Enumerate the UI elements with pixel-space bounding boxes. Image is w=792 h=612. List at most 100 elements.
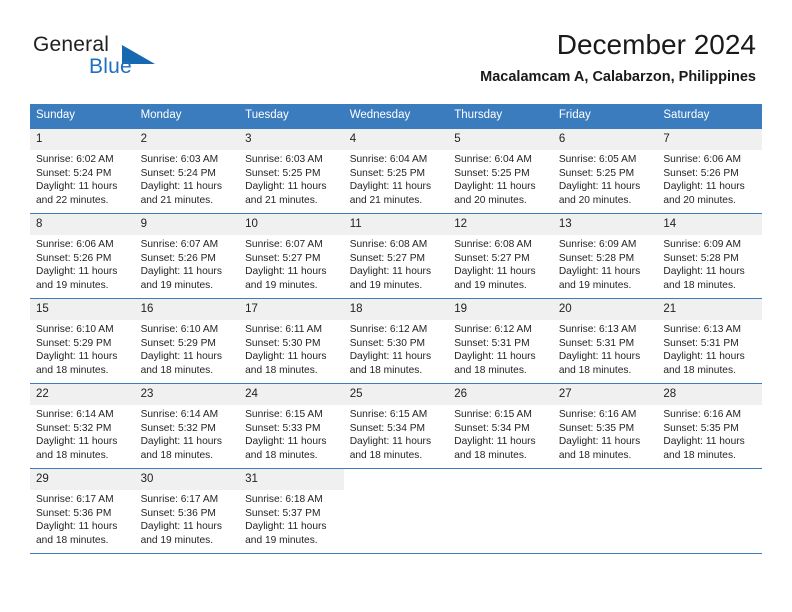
calendar-day-cell[interactable]: 21 Sunrise: 6:13 AM Sunset: 5:31 PM Dayligh… bbox=[657, 298, 762, 384]
day-number: 31 bbox=[239, 469, 344, 490]
day-number: 9 bbox=[134, 214, 240, 235]
calendar-day-cell[interactable]: 13 Sunrise: 6:09 AM Sunset: 5:28 PM Dayligh… bbox=[552, 213, 658, 299]
sunset-text: Sunset: 5:36 PM bbox=[36, 507, 112, 519]
day-cell-inner: 12 Sunrise: 6:08 AM Sunset: 5:27 PM Dayligh… bbox=[448, 214, 553, 298]
sunset-text: Sunset: 5:27 PM bbox=[349, 252, 426, 264]
day-number: 4 bbox=[343, 129, 449, 150]
sunrise-text: Sunrise: 6:02 AM bbox=[36, 154, 114, 165]
weekday-header-sunday: Sunday bbox=[30, 104, 135, 129]
calendar-day-cell[interactable]: 20 Sunrise: 6:13 AM Sunset: 5:31 PM Dayligh… bbox=[552, 298, 658, 384]
day-number: 29 bbox=[30, 469, 135, 490]
day-cell-inner: 28 Sunrise: 6:16 AM Sunset: 5:35 PM Dayligh… bbox=[657, 384, 762, 468]
sunrise-text: Sunrise: 6:11 AM bbox=[245, 324, 322, 335]
calendar-day-cell[interactable]: 14 Sunrise: 6:09 AM Sunset: 5:28 PM Dayligh… bbox=[657, 213, 762, 299]
day-cell-inner: 25 Sunrise: 6:15 AM Sunset: 5:34 PM Dayligh… bbox=[343, 384, 449, 468]
daylight-text: Daylight: 11 hours and 22 minutes. bbox=[36, 181, 118, 206]
calendar-day-cell[interactable]: 27 Sunrise: 6:16 AM Sunset: 5:35 PM Dayligh… bbox=[552, 383, 658, 469]
day-details: Sunrise: 6:08 AM Sunset: 5:27 PM Daylight:… bbox=[448, 235, 553, 292]
calendar-day-cell[interactable]: 15 Sunrise: 6:10 AM Sunset: 5:29 PM Dayligh… bbox=[30, 298, 135, 384]
calendar-day-cell[interactable]: 22 Sunrise: 6:14 AM Sunset: 5:32 PM Dayligh… bbox=[30, 383, 135, 469]
day-details: Sunrise: 6:17 AM Sunset: 5:36 PM Daylight:… bbox=[135, 490, 240, 547]
daylight-text: Daylight: 11 hours and 18 minutes. bbox=[36, 436, 118, 461]
daylight-text: Daylight: 11 hours and 18 minutes. bbox=[36, 521, 118, 546]
day-cell-inner: 16 Sunrise: 6:10 AM Sunset: 5:29 PM Dayligh… bbox=[134, 299, 240, 383]
weekday-header-saturday: Saturday bbox=[657, 104, 762, 129]
day-cell-inner: 29 Sunrise: 6:17 AM Sunset: 5:36 PM Dayligh… bbox=[30, 469, 135, 553]
day-details: Sunrise: 6:03 AM Sunset: 5:25 PM Daylight:… bbox=[239, 150, 344, 207]
sunset-text: Sunset: 5:31 PM bbox=[663, 337, 739, 349]
day-details: Sunrise: 6:14 AM Sunset: 5:32 PM Daylight:… bbox=[30, 405, 135, 462]
calendar-cell-empty bbox=[343, 468, 449, 554]
calendar-cell-empty bbox=[552, 468, 658, 554]
sunset-text: Sunset: 5:27 PM bbox=[245, 252, 321, 264]
day-details bbox=[657, 490, 762, 493]
day-number: 28 bbox=[657, 384, 762, 405]
calendar-cell-empty bbox=[657, 468, 762, 554]
daylight-text: Daylight: 11 hours and 18 minutes. bbox=[349, 351, 432, 376]
day-details: Sunrise: 6:05 AM Sunset: 5:25 PM Daylight:… bbox=[553, 150, 658, 207]
day-cell-inner bbox=[657, 469, 762, 553]
sunset-text: Sunset: 5:36 PM bbox=[140, 507, 216, 519]
sunset-text: Sunset: 5:28 PM bbox=[663, 252, 739, 264]
day-number bbox=[448, 469, 553, 490]
sunrise-text: Sunrise: 6:14 AM bbox=[36, 409, 114, 420]
calendar-day-cell[interactable]: 16 Sunrise: 6:10 AM Sunset: 5:29 PM Dayligh… bbox=[134, 298, 240, 384]
sunset-text: Sunset: 5:26 PM bbox=[140, 252, 216, 264]
calendar-day-cell[interactable]: 28 Sunrise: 6:16 AM Sunset: 5:35 PM Dayligh… bbox=[657, 383, 762, 469]
day-details: Sunrise: 6:02 AM Sunset: 5:24 PM Daylight:… bbox=[30, 150, 135, 207]
calendar-day-cell[interactable]: 8 Sunrise: 6:06 AM Sunset: 5:26 PM Daylight… bbox=[30, 213, 135, 299]
calendar-day-cell[interactable]: 3 Sunrise: 6:03 AM Sunset: 5:25 PM Daylight… bbox=[239, 128, 344, 214]
calendar-day-cell[interactable]: 25 Sunrise: 6:15 AM Sunset: 5:34 PM Dayligh… bbox=[343, 383, 449, 469]
day-number: 24 bbox=[239, 384, 344, 405]
calendar-day-cell[interactable]: 9 Sunrise: 6:07 AM Sunset: 5:26 PM Daylight… bbox=[134, 213, 240, 299]
day-cell-inner: 11 Sunrise: 6:08 AM Sunset: 5:27 PM Dayligh… bbox=[343, 214, 449, 298]
calendar-day-cell[interactable]: 11 Sunrise: 6:08 AM Sunset: 5:27 PM Dayligh… bbox=[343, 213, 449, 299]
sunrise-text: Sunrise: 6:07 AM bbox=[245, 239, 323, 250]
day-cell-inner: 10 Sunrise: 6:07 AM Sunset: 5:27 PM Dayligh… bbox=[239, 214, 344, 298]
calendar-day-cell[interactable]: 17 Sunrise: 6:11 AM Sunset: 5:30 PM Dayligh… bbox=[239, 298, 344, 384]
calendar-day-cell[interactable]: 26 Sunrise: 6:15 AM Sunset: 5:34 PM Dayligh… bbox=[448, 383, 553, 469]
sunrise-text: Sunrise: 6:06 AM bbox=[663, 154, 741, 165]
page-header: General Blue December 2024 Macalamcam A,… bbox=[0, 0, 792, 104]
calendar-day-cell[interactable]: 12 Sunrise: 6:08 AM Sunset: 5:27 PM Dayligh… bbox=[448, 213, 553, 299]
calendar-day-cell[interactable]: 24 Sunrise: 6:15 AM Sunset: 5:33 PM Dayligh… bbox=[239, 383, 344, 469]
day-number: 15 bbox=[30, 299, 135, 320]
calendar-week-row: 8 Sunrise: 6:06 AM Sunset: 5:26 PM Daylight… bbox=[30, 213, 762, 299]
calendar-day-cell[interactable]: 31 Sunrise: 6:18 AM Sunset: 5:37 PM Dayligh… bbox=[239, 468, 344, 554]
day-details: Sunrise: 6:15 AM Sunset: 5:34 PM Daylight:… bbox=[344, 405, 449, 462]
calendar-day-cell[interactable]: 10 Sunrise: 6:07 AM Sunset: 5:27 PM Dayligh… bbox=[239, 213, 344, 299]
calendar-day-cell[interactable]: 30 Sunrise: 6:17 AM Sunset: 5:36 PM Dayligh… bbox=[134, 468, 240, 554]
sunrise-text: Sunrise: 6:12 AM bbox=[349, 324, 428, 335]
calendar-day-cell[interactable]: 19 Sunrise: 6:12 AM Sunset: 5:31 PM Dayligh… bbox=[448, 298, 553, 384]
sunrise-text: Sunrise: 6:14 AM bbox=[140, 409, 219, 420]
day-details: Sunrise: 6:06 AM Sunset: 5:26 PM Daylight:… bbox=[30, 235, 135, 292]
day-cell-inner: 7 Sunrise: 6:06 AM Sunset: 5:26 PM Daylight… bbox=[657, 129, 762, 213]
sunrise-text: Sunrise: 6:09 AM bbox=[558, 239, 637, 250]
sunset-text: Sunset: 5:32 PM bbox=[140, 422, 216, 434]
calendar-day-cell[interactable]: 7 Sunrise: 6:06 AM Sunset: 5:26 PM Daylight… bbox=[657, 128, 762, 214]
sunrise-text: Sunrise: 6:10 AM bbox=[36, 324, 114, 335]
day-number: 23 bbox=[134, 384, 240, 405]
day-cell-inner: 8 Sunrise: 6:06 AM Sunset: 5:26 PM Daylight… bbox=[30, 214, 135, 298]
daylight-text: Daylight: 11 hours and 19 minutes. bbox=[36, 266, 118, 291]
weekday-header-row: Sunday Monday Tuesday Wednesday Thursday… bbox=[30, 104, 762, 129]
day-details: Sunrise: 6:06 AM Sunset: 5:26 PM Daylight:… bbox=[657, 150, 762, 207]
day-details: Sunrise: 6:09 AM Sunset: 5:28 PM Daylight:… bbox=[553, 235, 658, 292]
day-details: Sunrise: 6:04 AM Sunset: 5:25 PM Daylight:… bbox=[448, 150, 553, 207]
calendar-day-cell[interactable]: 4 Sunrise: 6:04 AM Sunset: 5:25 PM Daylight… bbox=[343, 128, 449, 214]
calendar-day-cell[interactable]: 2 Sunrise: 6:03 AM Sunset: 5:24 PM Daylight… bbox=[134, 128, 240, 214]
day-cell-inner: 18 Sunrise: 6:12 AM Sunset: 5:30 PM Dayligh… bbox=[343, 299, 449, 383]
calendar-day-cell[interactable]: 6 Sunrise: 6:05 AM Sunset: 5:25 PM Daylight… bbox=[552, 128, 658, 214]
day-number: 17 bbox=[239, 299, 344, 320]
day-number: 3 bbox=[239, 129, 344, 150]
calendar-day-cell[interactable]: 18 Sunrise: 6:12 AM Sunset: 5:30 PM Dayligh… bbox=[343, 298, 449, 384]
day-cell-inner bbox=[553, 469, 658, 553]
calendar-day-cell[interactable]: 5 Sunrise: 6:04 AM Sunset: 5:25 PM Daylight… bbox=[448, 128, 553, 214]
calendar-day-cell[interactable]: 23 Sunrise: 6:14 AM Sunset: 5:32 PM Dayligh… bbox=[134, 383, 240, 469]
daylight-text: Daylight: 11 hours and 18 minutes. bbox=[454, 351, 536, 376]
calendar-day-cell[interactable]: 1 Sunrise: 6:02 AM Sunset: 5:24 PM Daylight… bbox=[30, 128, 135, 214]
brand-logo[interactable]: General Blue bbox=[33, 33, 213, 83]
day-cell-inner: 30 Sunrise: 6:17 AM Sunset: 5:36 PM Dayligh… bbox=[134, 469, 240, 553]
calendar-day-cell[interactable]: 29 Sunrise: 6:17 AM Sunset: 5:36 PM Dayligh… bbox=[30, 468, 135, 554]
day-cell-inner: 27 Sunrise: 6:16 AM Sunset: 5:35 PM Dayligh… bbox=[552, 384, 658, 468]
